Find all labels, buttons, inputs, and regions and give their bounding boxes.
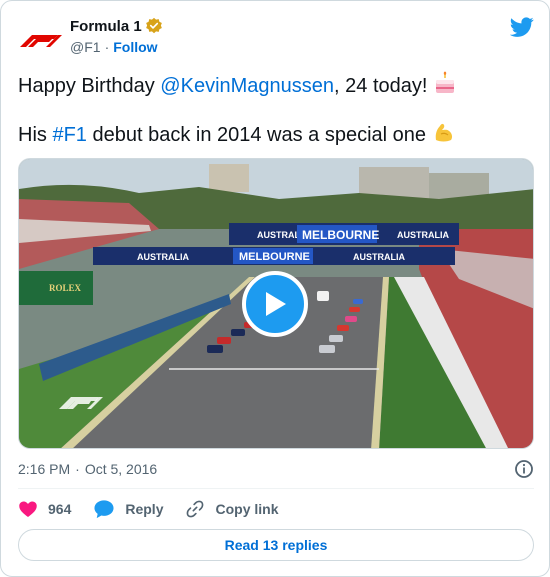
tweet-text-segment: , 24 today!: [334, 75, 433, 97]
twitter-bird-icon[interactable]: [510, 15, 534, 39]
read-replies-button[interactable]: Read 13 replies: [18, 529, 534, 561]
banner-low-right-text: AUSTRALIA: [353, 252, 405, 262]
copy-link-label: Copy link: [215, 501, 279, 517]
tweet-line-2: His #F1 debut back in 2014 was a special…: [18, 120, 534, 149]
reply-label: Reply: [125, 501, 164, 517]
tweet-date[interactable]: Oct 5, 2016: [85, 461, 157, 477]
tweet-line-1: Happy Birthday @KevinMagnussen, 24 today…: [18, 71, 534, 100]
banner-low-center-text: MELBOURNE: [239, 251, 310, 263]
tweet-card: Formula 1 @F1 · Follow Happy Birthday @K…: [0, 0, 550, 577]
f1-logo-icon[interactable]: [18, 21, 62, 65]
copy-link-button[interactable]: Copy link: [185, 499, 279, 519]
handle-separator: ·: [104, 39, 110, 55]
video-thumbnail[interactable]: AUSTRALIA MELBOURNE AUSTRALIA AUSTRALIA …: [18, 158, 534, 449]
sponsor-sign-text: ROLEX: [49, 283, 82, 293]
tweet-text-segment: Happy Birthday: [18, 75, 161, 97]
reply-button[interactable]: Reply: [93, 499, 163, 519]
hashtag-link[interactable]: #F1: [52, 124, 86, 146]
mention-link[interactable]: @KevinMagnussen: [160, 75, 334, 97]
banner-top-center-text: MELBOURNE: [302, 228, 379, 242]
flexed-biceps-icon: [435, 123, 452, 142]
tweet-actions: 964 Reply Copy link: [18, 497, 301, 521]
verified-badge-icon: [145, 17, 162, 34]
play-button[interactable]: [242, 271, 308, 337]
info-icon[interactable]: [514, 459, 534, 479]
tweet-text-segment: His: [18, 124, 53, 146]
reply-bubble-icon: [94, 500, 114, 519]
follow-button[interactable]: Follow: [113, 39, 157, 55]
like-count: 964: [48, 501, 72, 517]
play-icon: [266, 292, 286, 316]
like-button[interactable]: 964: [18, 499, 71, 519]
tweet-body: Happy Birthday @KevinMagnussen, 24 today…: [18, 71, 534, 149]
birthday-cake-icon: [436, 71, 454, 93]
actions-divider: [18, 488, 534, 489]
link-icon: [187, 500, 204, 518]
tweet-header: Formula 1 @F1 · Follow: [18, 15, 534, 59]
heart-icon: [19, 501, 37, 517]
author-handle[interactable]: @F1: [70, 39, 101, 55]
banner-top-right-text: AUSTRALIA: [397, 230, 449, 240]
tweet-meta: 2:16 PM · Oct 5, 2016: [18, 459, 534, 479]
tweet-text-segment: debut back in 2014 was a special one: [86, 124, 432, 146]
banner-low-left-text: AUSTRALIA: [137, 252, 189, 262]
tweet-time[interactable]: 2:16 PM: [18, 461, 70, 477]
author-display-name[interactable]: Formula 1: [70, 18, 142, 35]
meta-separator: ·: [75, 461, 80, 477]
